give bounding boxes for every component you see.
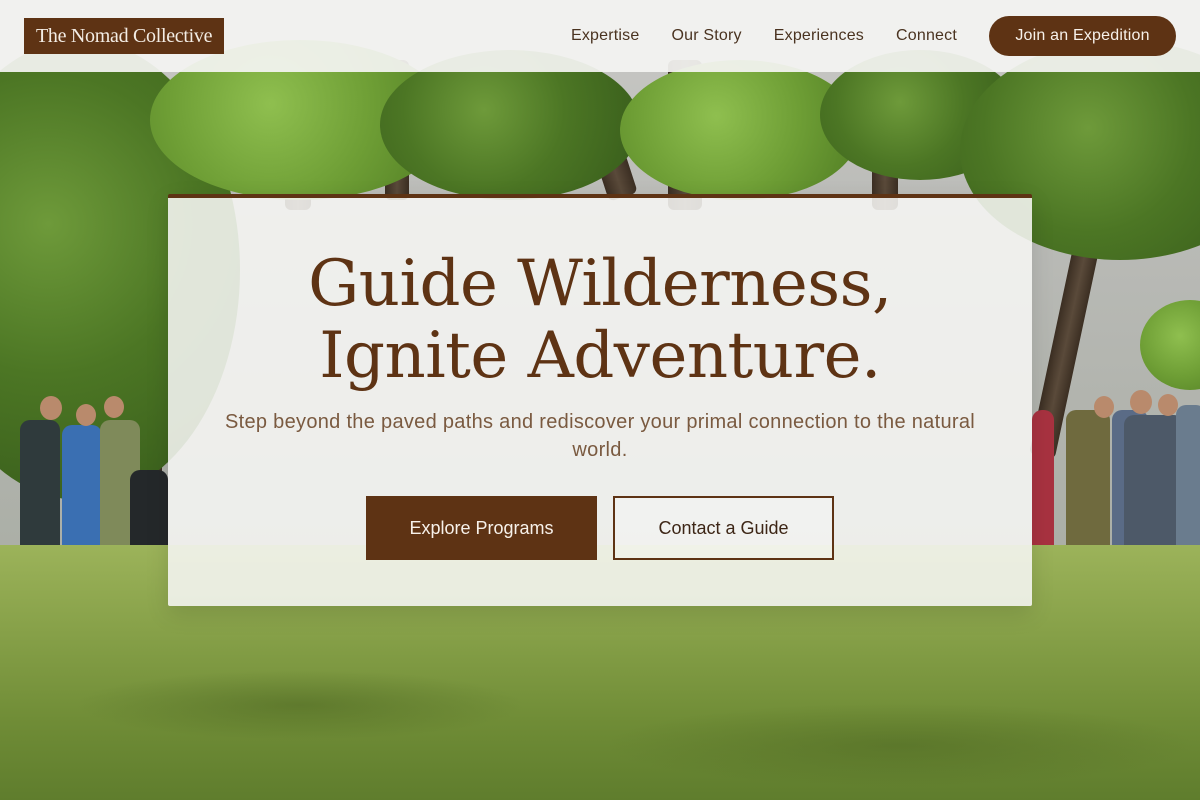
hero-subtitle: Step beyond the paved paths and rediscov… xyxy=(224,411,975,461)
explore-programs-button[interactable]: Explore Programs xyxy=(366,496,597,560)
person-head xyxy=(76,404,96,426)
hero-title-line-1: Guide Wilderness, xyxy=(308,247,892,321)
tree-canopy xyxy=(380,50,640,200)
nav-link-experiences[interactable]: Experiences xyxy=(774,27,864,45)
hero-card: Guide Wilderness, Ignite Adventure. Step… xyxy=(168,194,1032,606)
site-logo[interactable]: The Nomad Collective xyxy=(24,18,225,54)
person-silhouette xyxy=(1066,410,1110,550)
hero-title: Guide Wilderness, Ignite Adventure. xyxy=(168,248,1032,392)
hero-actions: Explore Programs Contact a Guide xyxy=(168,496,1032,560)
person-silhouette xyxy=(1176,405,1200,555)
person-head xyxy=(1094,396,1114,418)
person-head xyxy=(40,396,62,420)
hero-title-line-2: Ignite Adventure. xyxy=(319,319,881,393)
main-nav: Expertise Our Story Experiences Connect xyxy=(571,27,957,45)
nav-link-our-story[interactable]: Our Story xyxy=(671,27,741,45)
person-head xyxy=(1130,390,1152,414)
contact-guide-button[interactable]: Contact a Guide xyxy=(613,496,834,560)
person-silhouette xyxy=(1032,410,1054,560)
join-expedition-button[interactable]: Join an Expedition xyxy=(989,16,1176,56)
nav-link-connect[interactable]: Connect xyxy=(896,27,957,45)
nav-link-expertise[interactable]: Expertise xyxy=(571,27,640,45)
site-header: The Nomad Collective Expertise Our Story… xyxy=(0,0,1200,72)
person-head xyxy=(1158,394,1178,416)
person-head xyxy=(104,396,124,418)
